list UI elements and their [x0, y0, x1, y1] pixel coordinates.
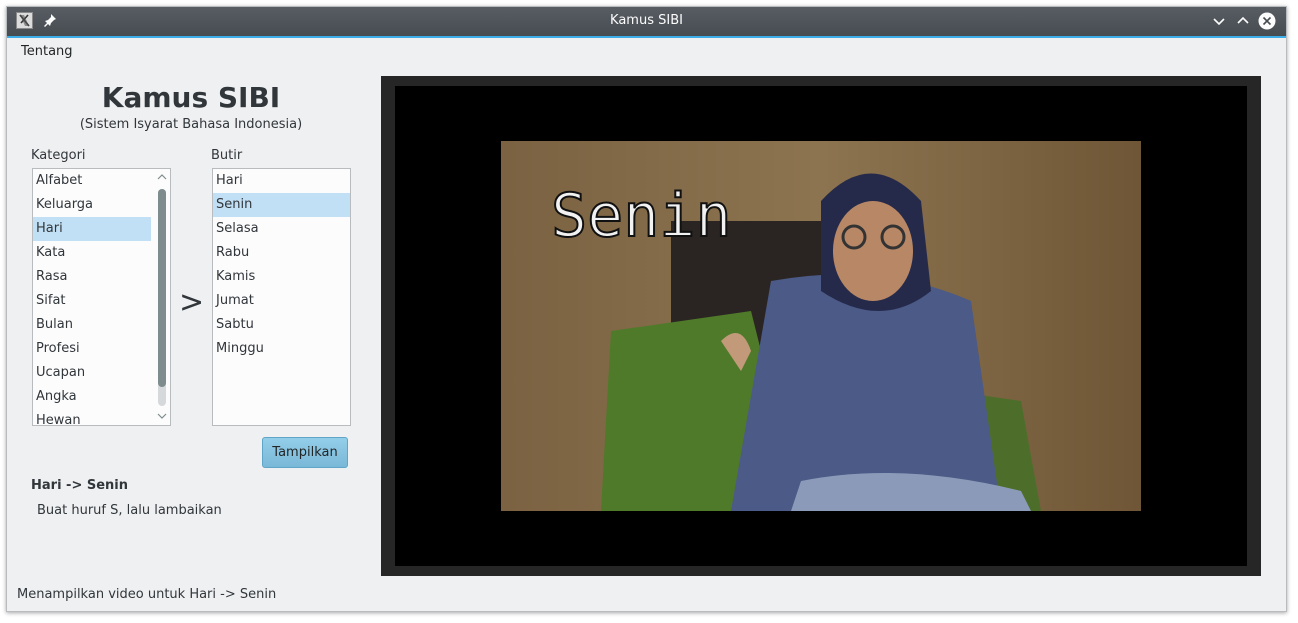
- chevron-up-icon[interactable]: [157, 173, 167, 181]
- kategori-scrollbar[interactable]: [155, 169, 169, 425]
- close-button[interactable]: [1258, 12, 1276, 30]
- window-title: Kamus SIBI: [610, 13, 683, 28]
- butir-item-sabtu[interactable]: Sabtu: [213, 313, 350, 337]
- chevron-down-icon: [1213, 18, 1225, 26]
- sign-description: Buat huruf S, lalu lambaikan: [37, 503, 222, 518]
- kategori-item-profesi[interactable]: Profesi: [33, 337, 151, 361]
- tampilkan-button[interactable]: Tampilkan: [262, 437, 348, 468]
- kategori-item-bulan[interactable]: Bulan: [33, 313, 151, 337]
- menu-item-tentang[interactable]: Tentang: [21, 44, 73, 59]
- page-title: Kamus SIBI: [101, 81, 281, 114]
- kategori-item-ucapan[interactable]: Ucapan: [33, 361, 151, 385]
- video-player[interactable]: Senin: [381, 76, 1261, 576]
- kategori-item-alfabet[interactable]: Alfabet: [33, 169, 151, 193]
- butir-item-minggu[interactable]: Minggu: [213, 337, 350, 361]
- kategori-label: Kategori: [31, 148, 86, 163]
- kategori-item-kata[interactable]: Kata: [33, 241, 151, 265]
- status-bar: Menampilkan video untuk Hari -> Senin: [17, 587, 277, 602]
- video-area[interactable]: Senin: [395, 86, 1247, 566]
- butir-item-kamis[interactable]: Kamis: [213, 265, 350, 289]
- chevron-down-icon[interactable]: [157, 412, 167, 420]
- kategori-item-hewan[interactable]: Hewan: [33, 409, 151, 425]
- title-bar[interactable]: Kamus SIBI: [7, 7, 1286, 38]
- maximize-button[interactable]: [1234, 12, 1252, 30]
- kategori-item-keluarga[interactable]: Keluarga: [33, 193, 151, 217]
- kategori-list[interactable]: Alfabet Keluarga Hari Kata Rasa Sifat Bu…: [32, 168, 171, 426]
- scroll-thumb[interactable]: [158, 189, 166, 387]
- close-icon: [1258, 12, 1276, 30]
- chevron-up-icon: [1237, 16, 1249, 24]
- video-frame-image: Senin: [501, 141, 1141, 511]
- butir-item-senin[interactable]: Senin: [213, 193, 350, 217]
- separator-arrow: >: [179, 285, 205, 320]
- kategori-item-sifat[interactable]: Sifat: [33, 289, 151, 313]
- butir-item-jumat[interactable]: Jumat: [213, 289, 350, 313]
- butir-item-selasa[interactable]: Selasa: [213, 217, 350, 241]
- kategori-item-hari[interactable]: Hari: [33, 217, 151, 241]
- app-window: Kamus SIBI Tentang Kamus SIBI (Sistem Is…: [6, 6, 1287, 612]
- video-caption: Senin: [551, 181, 732, 251]
- page-subtitle: (Sistem Isyarat Bahasa Indonesia): [79, 117, 303, 132]
- kategori-item-angka[interactable]: Angka: [33, 385, 151, 409]
- minimize-button[interactable]: [1210, 12, 1228, 30]
- selection-path: Hari -> Senin: [31, 478, 129, 493]
- butir-label: Butir: [211, 148, 243, 163]
- butir-list[interactable]: Hari Senin Selasa Rabu Kamis Jumat Sabtu…: [212, 168, 351, 426]
- kategori-item-rasa[interactable]: Rasa: [33, 265, 151, 289]
- butir-item-rabu[interactable]: Rabu: [213, 241, 350, 265]
- butir-item-hari[interactable]: Hari: [213, 169, 350, 193]
- menu-bar: Tentang: [7, 38, 1286, 64]
